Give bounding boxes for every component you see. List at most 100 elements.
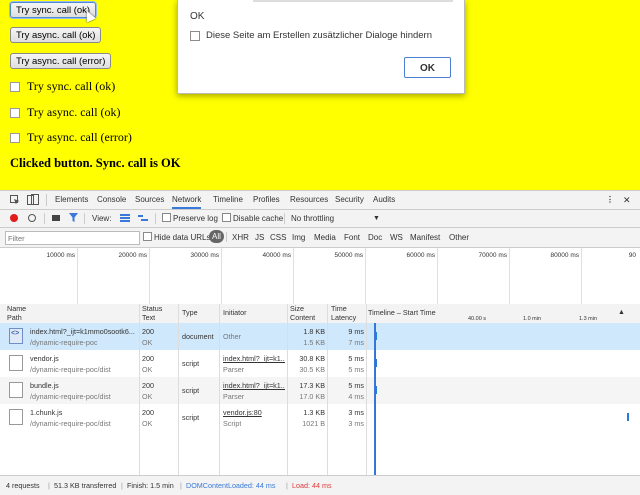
column-timeline[interactable]: Timeline – Start Time [368,308,436,318]
request-name[interactable]: bundle.js [30,380,137,391]
request-initiator-type: Parser [223,392,245,401]
request-status-text: OK [142,392,153,401]
table-row[interactable]: bundle.js /dynamic-require-poc/dist 200 … [0,377,640,404]
request-latency: 7 ms [348,338,364,347]
sync-ok-checkbox-row[interactable]: Try sync. call (ok) [10,79,115,94]
filter-type-img[interactable]: Img [292,229,305,246]
throttling-dropdown-icon[interactable]: ▼ [373,210,380,227]
async-ok-checkbox[interactable] [10,107,20,118]
dialog-ok-button[interactable]: OK [404,57,451,78]
disable-cache-checkbox[interactable]: Disable cache [222,210,283,227]
request-name[interactable]: 1.chunk.js [30,407,137,418]
finish-time: Finish: 1.5 min [127,481,174,490]
column-name[interactable]: Name Path [7,304,26,322]
column-divider[interactable] [219,304,220,475]
large-rows-icon[interactable] [120,210,130,227]
table-row[interactable]: <> index.html?_ijt=k1mmo0sootk6... /dyna… [0,323,640,350]
tab-timeline[interactable]: Timeline [213,191,243,209]
request-initiator-link[interactable]: index.html?_ijt=k1... [223,380,285,391]
request-initiator-link[interactable]: index.html?_ijt=k1... [223,353,285,364]
record-icon[interactable] [10,210,18,227]
async-error-checkbox-row[interactable]: Try async. call (error) [10,130,132,145]
sort-ascending-icon[interactable]: ▲ [618,309,625,318]
overview-icon[interactable] [138,210,148,227]
dialog-title-fragment [253,0,453,2]
filter-type-all[interactable]: All [209,230,224,243]
tab-audits[interactable]: Audits [373,191,395,209]
preserve-log-checkbox[interactable]: Preserve log [162,210,218,227]
tab-network[interactable]: Network [172,191,202,209]
filter-type-media[interactable]: Media [314,229,336,246]
request-name[interactable]: index.html?_ijt=k1mmo0sootk6... [30,326,137,337]
column-divider[interactable] [287,304,288,475]
try-async-error-button[interactable]: Try async. call (error) [10,53,112,69]
column-divider[interactable] [366,304,367,475]
close-devtools-icon[interactable]: ✕ [623,191,631,209]
filter-bar: Hide data URLs All XHR JS CSS Img Media … [0,228,640,248]
toolbar-divider-4 [284,213,285,224]
async-ok-checkbox-row[interactable]: Try async. call (ok) [10,105,121,120]
script-file-icon [9,355,23,371]
column-initiator[interactable]: Initiator [223,308,247,318]
request-size: 17.3 KB [299,381,325,390]
request-initiator-type: Parser [223,365,245,374]
column-time[interactable]: Time Latency [331,304,356,322]
table-row[interactable]: vendor.js /dynamic-require-poc/dist 200 … [0,350,640,377]
request-latency: 3 ms [348,419,364,428]
filter-type-font[interactable]: Font [344,229,360,246]
async-error-checkbox[interactable] [10,132,20,143]
toolbar-divider-2 [84,213,85,224]
throttling-select[interactable]: No throttling [291,210,334,227]
inspect-element-icon[interactable] [10,195,20,205]
tab-sources[interactable]: Sources [135,191,164,209]
filter-type-other[interactable]: Other [449,229,469,246]
tab-security[interactable]: Security [335,191,364,209]
hide-data-urls-checkbox[interactable]: Hide data URLs [143,229,210,246]
network-summary-bar: 4 requests | 51.3 KB transferred | Finis… [0,475,640,495]
filter-type-ws[interactable]: WS [390,229,403,246]
devtools-panel: Elements Console Sources Network Timelin… [0,190,640,495]
overview-tick-label: 50000 ms [334,252,363,259]
device-mode-icon[interactable] [27,194,39,206]
overview-tick-label: 30000 ms [190,252,219,259]
table-row[interactable]: 1.chunk.js /dynamic-require-poc/dist 200… [0,404,640,431]
load-time: Load: 44 ms [292,481,332,490]
dom-content-loaded-time: DOMContentLoaded: 44 ms [186,481,276,490]
suppress-dialogs-checkbox[interactable] [190,30,200,41]
column-divider[interactable] [327,304,328,475]
overview-tick-label: 70000 ms [478,252,507,259]
tabbar-divider [46,194,47,206]
load-marker [375,323,376,475]
filter-type-xhr[interactable]: XHR [232,229,249,246]
filter-type-manifest[interactable]: Manifest [410,229,440,246]
tab-resources[interactable]: Resources [290,191,328,209]
filter-input[interactable] [5,231,140,245]
column-size[interactable]: Size Content [290,304,315,322]
column-divider[interactable] [139,304,140,475]
request-status: 200 [142,381,154,390]
filter-type-js[interactable]: JS [255,229,264,246]
tab-profiles[interactable]: Profiles [253,191,280,209]
async-ok-checkbox-label: Try async. call (ok) [27,105,121,119]
capture-screenshots-icon[interactable] [52,210,60,227]
network-overview[interactable]: 10000 ms 20000 ms 30000 ms 40000 ms 5000… [0,248,640,305]
filter-type-doc[interactable]: Doc [368,229,382,246]
request-initiator-link[interactable]: vendor.js:80 [223,407,285,418]
sync-ok-checkbox[interactable] [10,81,20,92]
tab-console[interactable]: Console [97,191,126,209]
column-divider[interactable] [178,304,179,475]
overview-gridline [149,248,150,304]
column-status[interactable]: Status Text [142,304,162,322]
tab-elements[interactable]: Elements [55,191,88,209]
column-type[interactable]: Type [182,308,198,318]
more-options-icon[interactable]: ⋮ [606,191,614,209]
try-async-ok-button[interactable]: Try async. call (ok) [10,27,102,43]
filter-type-css[interactable]: CSS [270,229,286,246]
overview-tick-label: 90 [628,252,636,259]
clear-icon[interactable] [28,210,36,227]
suppress-dialogs-row[interactable]: Diese Seite am Erstellen zusätzlicher Di… [190,30,432,41]
request-name[interactable]: vendor.js [30,353,137,364]
request-time: 9 ms [348,327,364,336]
filter-icon[interactable] [69,210,78,227]
overview-tick-label: 20000 ms [118,252,147,259]
